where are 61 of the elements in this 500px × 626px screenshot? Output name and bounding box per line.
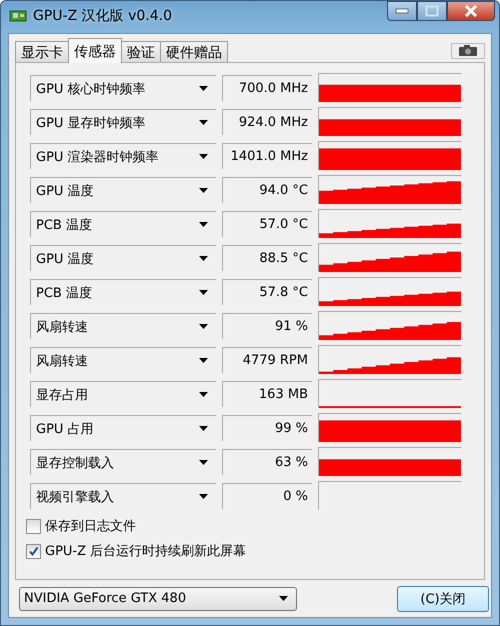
caret-icon — [199, 256, 208, 261]
sensor-reading: 163 MB — [222, 381, 312, 407]
caret-icon — [199, 222, 208, 227]
caret-icon — [199, 120, 208, 125]
checkbox-label: GPU-Z 后台运行时持续刷新此屏幕 — [45, 543, 246, 560]
caret-icon — [199, 426, 208, 431]
caret-icon — [199, 460, 208, 465]
tab[interactable]: 验证 — [121, 41, 161, 62]
sensor-dropdown[interactable]: GPU 渲染器时钟频率 — [30, 143, 216, 169]
caret-icon — [199, 358, 208, 363]
caret-icon — [199, 86, 208, 91]
checkbox[interactable] — [26, 544, 41, 558]
camera-icon — [458, 45, 478, 57]
sensor-reading: 700.0 MHz — [222, 75, 312, 101]
tab[interactable]: 硬件赠品 — [160, 41, 228, 62]
sensor-reading: 924.0 MHz — [222, 109, 312, 135]
sensor-dropdown[interactable]: GPU 温度 — [30, 245, 216, 271]
caret-icon — [199, 154, 208, 159]
sensor-dropdown[interactable]: 显存占用 — [30, 381, 216, 407]
graphics-card-icon — [9, 9, 27, 23]
caret-icon — [199, 324, 208, 329]
device-dropdown[interactable]: NVIDIA GeForce GTX 480 — [19, 586, 297, 610]
sensor-dropdown[interactable]: GPU 温度 — [30, 177, 216, 203]
minimize-button[interactable] — [387, 1, 417, 21]
window-title: GPU-Z 汉化版 v0.4.0 — [33, 7, 172, 25]
sensor-reading: 57.8 °C — [222, 279, 312, 305]
sensor-dropdown[interactable]: 显存控制载入 — [30, 449, 216, 475]
maximize-icon — [425, 5, 439, 17]
sensor-dropdown[interactable]: GPU 核心时钟频率 — [30, 75, 216, 101]
close-icon — [464, 5, 478, 17]
sensor-dropdown[interactable]: 视频引擎载入 — [30, 483, 216, 509]
checkbox[interactable] — [26, 518, 41, 534]
sensor-dropdown[interactable]: GPU 占用 — [30, 415, 216, 441]
camera-button[interactable] — [451, 43, 485, 59]
sensor-reading: 63 % — [222, 449, 312, 475]
sensor-reading: 57.0 °C — [222, 211, 312, 237]
sensor-reading: 94.0 °C — [222, 177, 312, 203]
sensor-reading: 99 % — [222, 415, 312, 441]
caret-icon — [199, 188, 208, 193]
sensor-dropdown[interactable]: 风扇转速 — [30, 313, 216, 339]
checkbox-label: 保存到日志文件 — [45, 518, 136, 535]
sensor-reading: 0 % — [222, 483, 312, 509]
close-button[interactable] — [447, 1, 495, 21]
sensor-dropdown[interactable]: PCB 温度 — [30, 279, 216, 305]
sensor-reading: 1401.0 MHz — [222, 143, 312, 169]
minimize-icon — [395, 8, 409, 14]
sensor-reading: 4779 RPM — [222, 347, 312, 373]
checkmark-icon — [28, 546, 39, 556]
close-dialog-button[interactable]: (C)关闭 — [397, 586, 489, 612]
sensor-reading: 88.5 °C — [222, 245, 312, 271]
sensor-dropdown[interactable]: GPU 显存时钟频率 — [30, 109, 216, 135]
tab[interactable]: 显示卡 — [15, 41, 69, 62]
sensor-dropdown[interactable]: 风扇转速 — [30, 347, 216, 373]
tab[interactable]: 传感器 — [68, 38, 122, 63]
caret-icon — [199, 392, 208, 397]
sensor-reading: 91 % — [222, 313, 312, 339]
caret-icon — [279, 596, 288, 601]
caret-icon — [199, 290, 208, 295]
maximize-button[interactable] — [417, 1, 447, 21]
caret-icon — [199, 494, 208, 499]
sensor-dropdown[interactable]: PCB 温度 — [30, 211, 216, 237]
